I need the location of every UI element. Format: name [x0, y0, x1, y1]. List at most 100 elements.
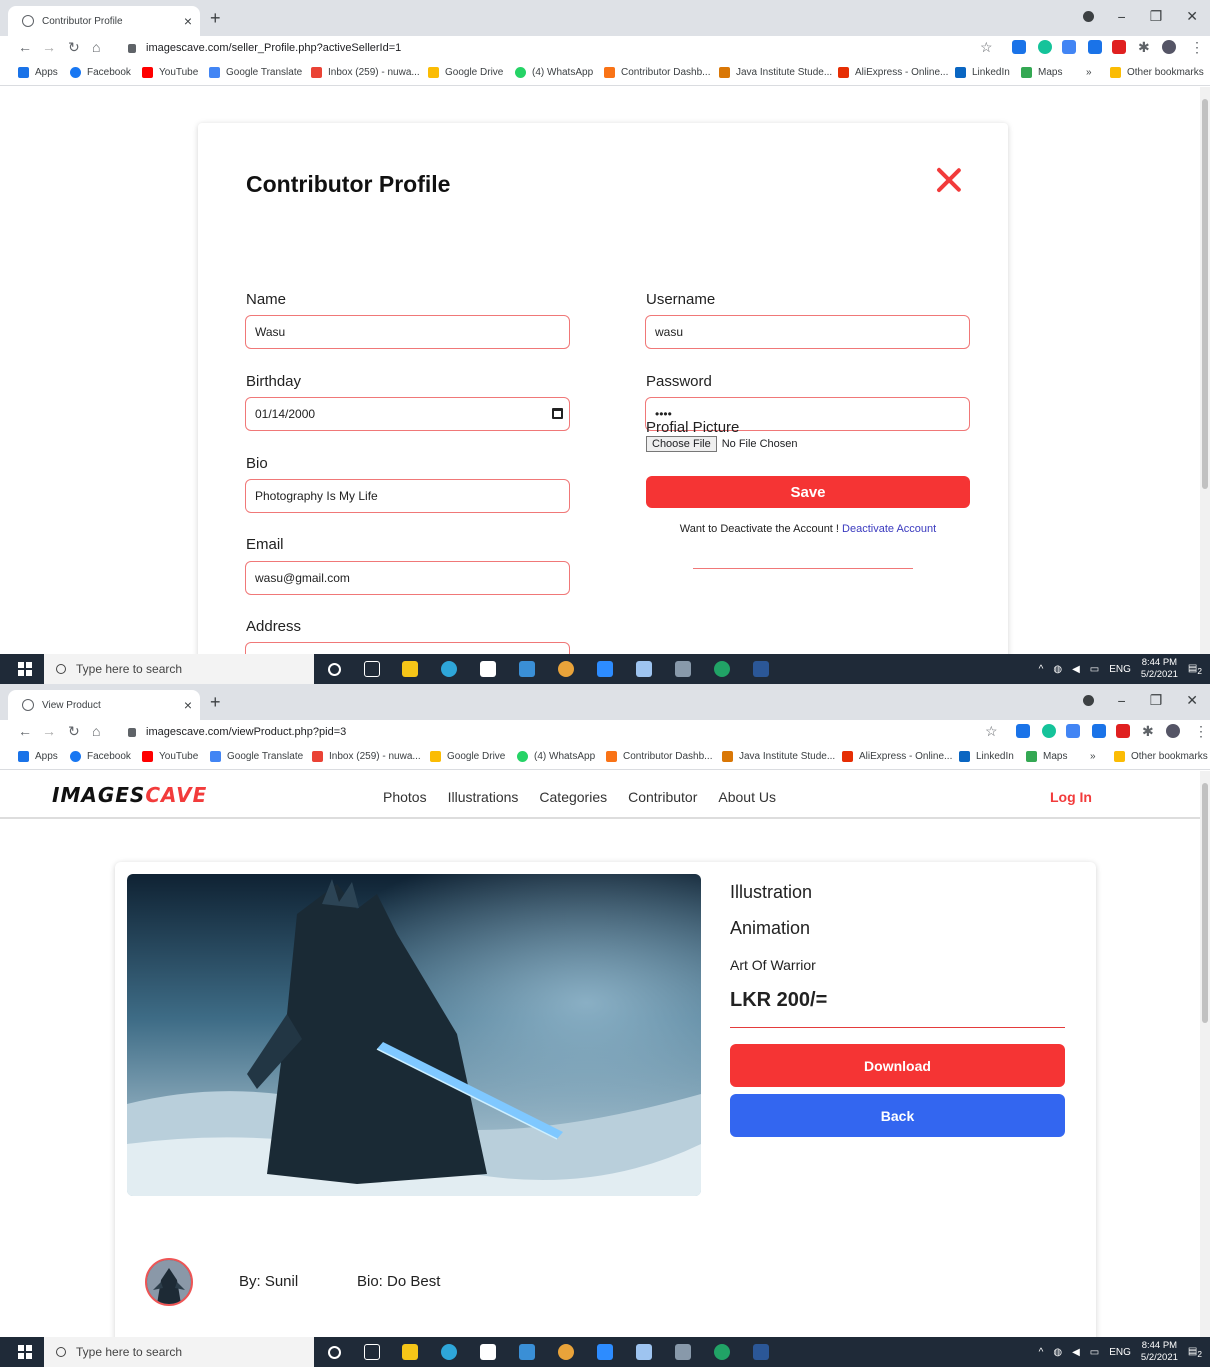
reload-icon[interactable]: ↻	[68, 39, 80, 56]
page-scrollbar[interactable]	[1200, 87, 1210, 654]
reload-icon[interactable]: ↻	[68, 723, 80, 740]
app-icon[interactable]	[675, 661, 691, 677]
nav-about-us[interactable]: About Us	[718, 789, 776, 805]
puzzle-icon[interactable]: ✱	[1142, 723, 1154, 740]
file-explorer-icon[interactable]	[402, 661, 418, 677]
task-view-icon[interactable]	[364, 1344, 380, 1360]
nav-contributor[interactable]: Contributor	[628, 789, 697, 805]
calendar-icon[interactable]	[552, 408, 563, 419]
new-tab-button[interactable]: +	[210, 692, 221, 713]
email-input[interactable]: wasu@gmail.com	[245, 561, 570, 595]
network-icon[interactable]: ◍	[1053, 664, 1062, 675]
mail-icon[interactable]	[519, 661, 535, 677]
minimize-icon[interactable]: −	[1118, 9, 1126, 25]
volume-icon[interactable]: ◀	[1072, 664, 1080, 675]
back-button[interactable]: Back	[730, 1094, 1065, 1137]
page-scrollbar[interactable]	[1200, 771, 1210, 1337]
new-tab-button[interactable]: +	[210, 8, 221, 29]
notification-icon[interactable]: ▤2	[1188, 1346, 1202, 1359]
clock[interactable]: 8:44 PM 5/2/2021	[1141, 1340, 1178, 1364]
bookmark-apps[interactable]: Apps	[18, 67, 58, 78]
profile-avatar-icon[interactable]	[1166, 724, 1180, 738]
battery-icon[interactable]: ▭	[1090, 1347, 1099, 1358]
bookmark-google-drive[interactable]: Google Drive	[428, 67, 503, 78]
bookmark-apps[interactable]: Apps	[18, 751, 58, 762]
name-input[interactable]: Wasu	[245, 315, 570, 349]
translate-extension-icon[interactable]	[1066, 724, 1080, 738]
window-close-icon[interactable]: ✕	[1186, 692, 1198, 709]
bookmark-other[interactable]: Other bookmarks	[1114, 751, 1208, 762]
nav-illustrations[interactable]: Illustrations	[448, 789, 519, 805]
zoom-icon[interactable]	[597, 1344, 613, 1360]
translate-extension-icon[interactable]	[1062, 40, 1076, 54]
site-logo[interactable]: IMAGESCAVE	[52, 783, 207, 807]
bookmark-youtube[interactable]: YouTube	[142, 751, 198, 762]
maximize-icon[interactable]: ❐	[1150, 8, 1163, 25]
bookmark-google-translate[interactable]: Google Translate	[209, 67, 302, 78]
chrome-icon[interactable]	[558, 661, 574, 677]
extension-icon[interactable]	[1012, 40, 1026, 54]
bookmark-other[interactable]: Other bookmarks	[1110, 67, 1204, 78]
zoom-extension-icon[interactable]	[1092, 724, 1106, 738]
bookmark-java-institute[interactable]: Java Institute Stude...	[722, 751, 835, 762]
save-button[interactable]: Save	[646, 476, 970, 508]
word-icon[interactable]	[753, 1344, 769, 1360]
back-arrow-icon[interactable]: ←	[18, 723, 32, 739]
tray-chevron-icon[interactable]: ^	[1039, 1347, 1044, 1358]
address-bar[interactable]: imagescave.com/viewProduct.php?pid=3	[116, 721, 1006, 743]
mail-icon[interactable]	[519, 1344, 535, 1360]
edge-icon[interactable]	[441, 661, 457, 677]
bookmark-contributor-dashboard[interactable]: Contributor Dashb...	[604, 67, 711, 78]
bookmark-gmail[interactable]: Inbox (259) - nuwa...	[312, 751, 421, 762]
taskbar-search[interactable]: Type here to search	[44, 1337, 314, 1367]
back-arrow-icon[interactable]: ←	[18, 39, 32, 55]
tab-close-icon[interactable]: ×	[184, 697, 192, 713]
bookmark-whatsapp[interactable]: (4) WhatsApp	[515, 67, 593, 78]
scrollbar-thumb[interactable]	[1202, 99, 1208, 489]
menu-kebab-icon[interactable]: ⋮	[1194, 723, 1208, 740]
grammarly-icon[interactable]	[1042, 724, 1056, 738]
puzzle-icon[interactable]: ✱	[1138, 39, 1150, 56]
task-view-icon[interactable]	[364, 661, 380, 677]
tab-close-icon[interactable]: ×	[184, 13, 192, 29]
bookmarks-overflow[interactable]: »	[1090, 751, 1096, 762]
bookmark-linkedin[interactable]: LinkedIn	[955, 67, 1010, 78]
window-close-icon[interactable]: ✕	[1186, 8, 1198, 25]
bookmark-google-drive[interactable]: Google Drive	[430, 751, 505, 762]
extension-icon[interactable]	[1016, 724, 1030, 738]
store-icon[interactable]	[480, 661, 496, 677]
bookmark-star-icon[interactable]: ☆	[985, 723, 998, 740]
menu-kebab-icon[interactable]: ⋮	[1190, 39, 1204, 56]
chrome-icon[interactable]	[558, 1344, 574, 1360]
bookmark-java-institute[interactable]: Java Institute Stude...	[719, 67, 832, 78]
windows-start-icon[interactable]	[18, 1345, 32, 1359]
zoom-extension-icon[interactable]	[1088, 40, 1102, 54]
bookmark-contributor-dashboard[interactable]: Contributor Dashb...	[606, 751, 713, 762]
forward-arrow-icon[interactable]: →	[42, 39, 56, 55]
word-icon[interactable]	[753, 661, 769, 677]
language-indicator[interactable]: ENG	[1109, 664, 1131, 675]
edge-icon[interactable]	[441, 1344, 457, 1360]
bookmark-star-icon[interactable]: ☆	[980, 39, 993, 56]
clock[interactable]: 8:44 PM 5/2/2021	[1141, 657, 1178, 681]
pdf-extension-icon[interactable]	[1112, 40, 1126, 54]
bookmarks-overflow[interactable]: »	[1086, 67, 1092, 78]
bookmark-youtube[interactable]: YouTube	[142, 67, 198, 78]
volume-icon[interactable]: ◀	[1072, 1347, 1080, 1358]
file-explorer-icon[interactable]	[402, 1344, 418, 1360]
pdf-extension-icon[interactable]	[1116, 724, 1130, 738]
cortana-icon[interactable]	[328, 1346, 341, 1359]
windows-start-icon[interactable]	[18, 662, 32, 676]
maximize-icon[interactable]: ❐	[1150, 692, 1163, 709]
taskbar-search[interactable]: Type here to search	[44, 654, 314, 684]
language-indicator[interactable]: ENG	[1109, 1347, 1131, 1358]
address-bar[interactable]: imagescave.com/seller_Profile.php?active…	[116, 37, 1006, 59]
bookmark-gmail[interactable]: Inbox (259) - nuwa...	[311, 67, 420, 78]
profile-avatar-icon[interactable]	[1162, 40, 1176, 54]
network-icon[interactable]: ◍	[1053, 1347, 1062, 1358]
deactivate-account-link[interactable]: Deactivate Account	[842, 523, 936, 535]
box-app-icon[interactable]	[636, 661, 652, 677]
box-app-icon[interactable]	[636, 1344, 652, 1360]
notification-icon[interactable]: ▤2	[1188, 663, 1202, 676]
bookmark-facebook[interactable]: Facebook	[70, 67, 131, 78]
